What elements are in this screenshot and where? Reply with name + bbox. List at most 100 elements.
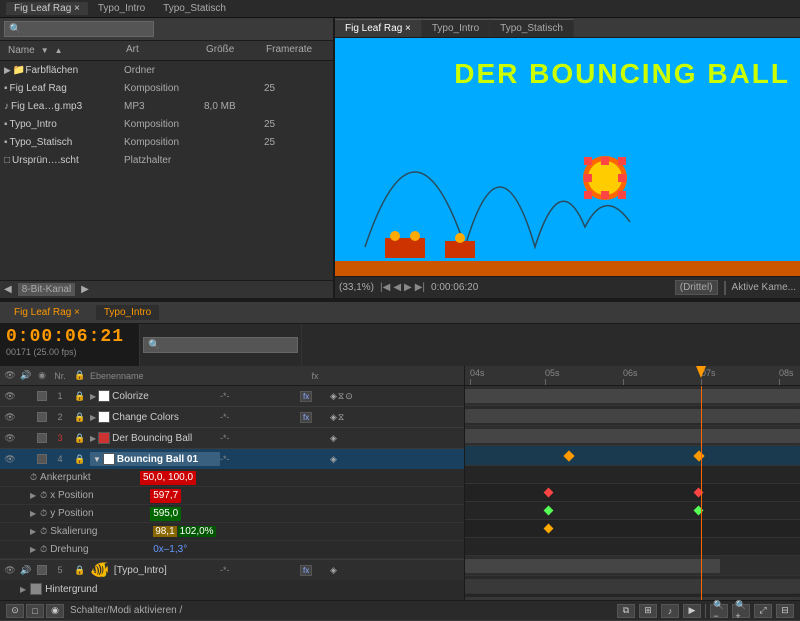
preview-tab-typointro[interactable]: Typo_Intro: [422, 19, 490, 37]
stopwatch-rotation[interactable]: ⏱: [40, 544, 47, 555]
layer-1-solo[interactable]: [37, 391, 47, 401]
layer-3-name[interactable]: ▶ Der Bouncing Ball: [90, 432, 220, 444]
handle-tm: [601, 157, 609, 165]
layer-2-main[interactable]: 👁 2 🔒 ▶ Change Colors -*- fx ◈ ⧖: [0, 407, 464, 427]
layer-2-lock[interactable]: 🔒: [70, 412, 90, 423]
layer-3-solo[interactable]: [37, 433, 47, 443]
comp-tab-figleafrag[interactable]: Fig Leaf Rag ×: [6, 305, 88, 320]
project-item-farbflachen[interactable]: ▶ 📁 Farbflächen Ordner: [0, 61, 333, 79]
stopwatch-ankerpunkt[interactable]: ⏱: [30, 472, 37, 483]
ruler-line-08s: [779, 379, 780, 385]
expand-xpos[interactable]: ▶: [30, 491, 36, 500]
top-tab-figleafrag[interactable]: Fig Leaf Rag ×: [6, 2, 88, 15]
prop-scale-value[interactable]: 98,1 102,0%: [150, 525, 218, 539]
hintergrund-expand[interactable]: ▶: [20, 585, 26, 594]
layer-2-name[interactable]: ▶ Change Colors: [90, 411, 220, 423]
project-item-figleafrag[interactable]: ▪ Fig Leaf Rag Komposition 25: [0, 79, 333, 97]
layer-2-color-swatch: [98, 411, 110, 423]
preview-tab-typostatisch[interactable]: Typo_Statisch: [490, 19, 574, 37]
comp-tab-typointro[interactable]: Typo_Intro: [96, 305, 159, 320]
layer-4-solo[interactable]: [37, 454, 47, 464]
status-right-btn-1[interactable]: ⧉: [617, 604, 635, 618]
layer-4-color-swatch: [103, 453, 115, 465]
stopwatch-scale[interactable]: ⏱: [40, 526, 47, 537]
status-btn-2[interactable]: □: [26, 604, 44, 618]
layer-1-expand[interactable]: ▶: [90, 392, 96, 401]
layer-1-lock[interactable]: 🔒: [70, 391, 90, 402]
status-right-btn-2[interactable]: ⊞: [639, 604, 657, 618]
kf-ypos-1[interactable]: [544, 506, 554, 516]
status-right-btn-3[interactable]: ♪: [661, 604, 679, 618]
status-zoom-out[interactable]: 🔍−: [710, 604, 728, 618]
project-item-mp3[interactable]: ♪ Fig Lea…g.mp3 MP3 8,0 MB: [0, 97, 333, 115]
timeline-search-input[interactable]: [163, 340, 283, 351]
layer-3-mode[interactable]: -*-: [220, 433, 300, 443]
layer-2-mode[interactable]: -*-: [220, 412, 300, 422]
top-tab-typostatisch[interactable]: Typo_Statisch: [155, 2, 234, 15]
layer-3-expand[interactable]: ▶: [90, 434, 96, 443]
layer-5-main[interactable]: 👁 🔊 5 🔒 🐠 [Typo_Intro] -*- fx ◈: [0, 560, 464, 580]
layer-2-fx[interactable]: fx: [300, 411, 330, 423]
status-right-btn-4[interactable]: ▶: [683, 604, 701, 618]
layer-3-lock[interactable]: 🔒: [70, 433, 90, 444]
col-size: Größe: [204, 43, 264, 58]
handle-tr: [618, 157, 626, 165]
status-fit[interactable]: ⤢: [754, 604, 772, 618]
project-item-typostatisch[interactable]: ▪ Typo_Statisch Komposition 25: [0, 133, 333, 151]
project-item-ursprung[interactable]: □ Ursprün….scht Platzhalter: [0, 151, 333, 169]
layer-1-mode[interactable]: -*-: [220, 391, 300, 401]
layer-4-mode[interactable]: -*-: [220, 454, 300, 464]
layer-4-expand[interactable]: ▼: [93, 455, 101, 464]
status-zoom-in[interactable]: 🔍+: [732, 604, 750, 618]
stopwatch-xpos[interactable]: ⏱: [40, 490, 47, 501]
layer-5-audio[interactable]: 🔊: [18, 565, 34, 576]
project-item-typointro[interactable]: ▪ Typo_Intro Komposition 25: [0, 115, 333, 133]
kf-xpos-1[interactable]: [544, 488, 554, 498]
lh-audio: 🔊: [18, 370, 34, 381]
prop-xpos-value[interactable]: 597,7: [150, 489, 181, 503]
layer-4-lock[interactable]: 🔒: [70, 454, 90, 465]
layer-1-eye[interactable]: 👁: [2, 391, 18, 402]
status-divider: [705, 604, 706, 618]
layer-1-main[interactable]: 👁 1 🔒 ▶ Colorize -*- fx ◈ ⧖ ⊙: [0, 386, 464, 406]
layer-2-solo[interactable]: [37, 412, 47, 422]
scroll-right-icon[interactable]: ▶: [81, 284, 89, 295]
layer-5-fx[interactable]: fx: [300, 564, 330, 576]
top-tab-typointro[interactable]: Typo_Intro: [90, 2, 153, 15]
layer-5-eye[interactable]: 👁: [2, 565, 18, 576]
layer-2-eye[interactable]: 👁: [2, 412, 18, 423]
layer-5-logo: 🐠: [90, 560, 110, 580]
expand-scale[interactable]: ▶: [30, 527, 36, 536]
status-btn-3[interactable]: ◉: [46, 604, 64, 618]
kf-scale-1[interactable]: [544, 524, 554, 534]
layer-2-expand[interactable]: ▶: [90, 413, 96, 422]
keyframe-4-2[interactable]: [693, 450, 704, 461]
layer-4-main[interactable]: 👁 4 🔒 ▼ Bouncing Ball 01 -*- ◈: [0, 449, 464, 469]
layer-5-solo[interactable]: [37, 565, 47, 575]
layer-4-eye[interactable]: 👁: [2, 454, 18, 465]
prop-rotation-value[interactable]: 0x–1,3°: [150, 543, 190, 557]
layer-1-fx[interactable]: fx: [300, 390, 330, 402]
status-text: Schalter/Modi aktivieren /: [70, 605, 182, 616]
layer-4-name[interactable]: ▼ Bouncing Ball 01: [90, 452, 220, 466]
camera-mode[interactable]: (Drittel): [675, 280, 718, 295]
expand-ypos[interactable]: ▶: [30, 509, 36, 518]
layer-5-lock[interactable]: 🔒: [70, 565, 90, 576]
stopwatch-ypos[interactable]: ⏱: [40, 508, 47, 519]
layer-1-icon3: ⊙: [345, 391, 353, 402]
layer-5-hintergrund[interactable]: ▶ Hintergrund: [0, 580, 464, 598]
preview-tab-figleafrag[interactable]: Fig Leaf Rag ×: [335, 19, 422, 37]
prop-ypos-value[interactable]: 595,0: [150, 507, 181, 521]
layer-5-mode[interactable]: -*-: [220, 565, 300, 575]
layer-3-eye[interactable]: 👁: [2, 433, 18, 444]
status-extra[interactable]: ⊟: [776, 604, 794, 618]
project-search-input[interactable]: [24, 24, 144, 35]
layer-5-name[interactable]: 🐠 [Typo_Intro]: [90, 560, 220, 580]
scroll-left-icon[interactable]: ◀: [4, 284, 12, 295]
layer-3-main[interactable]: 👁 3 🔒 ▶ Der Bouncing Ball -*- ◈: [0, 428, 464, 448]
expand-rotation[interactable]: ▶: [30, 545, 36, 554]
status-btn-1[interactable]: ⊙: [6, 604, 24, 618]
prop-yposition: ▶ ⏱ y Position 595,0: [0, 505, 464, 523]
layer-1-name[interactable]: ▶ Colorize: [90, 390, 220, 402]
keyframe-4-1[interactable]: [563, 450, 574, 461]
